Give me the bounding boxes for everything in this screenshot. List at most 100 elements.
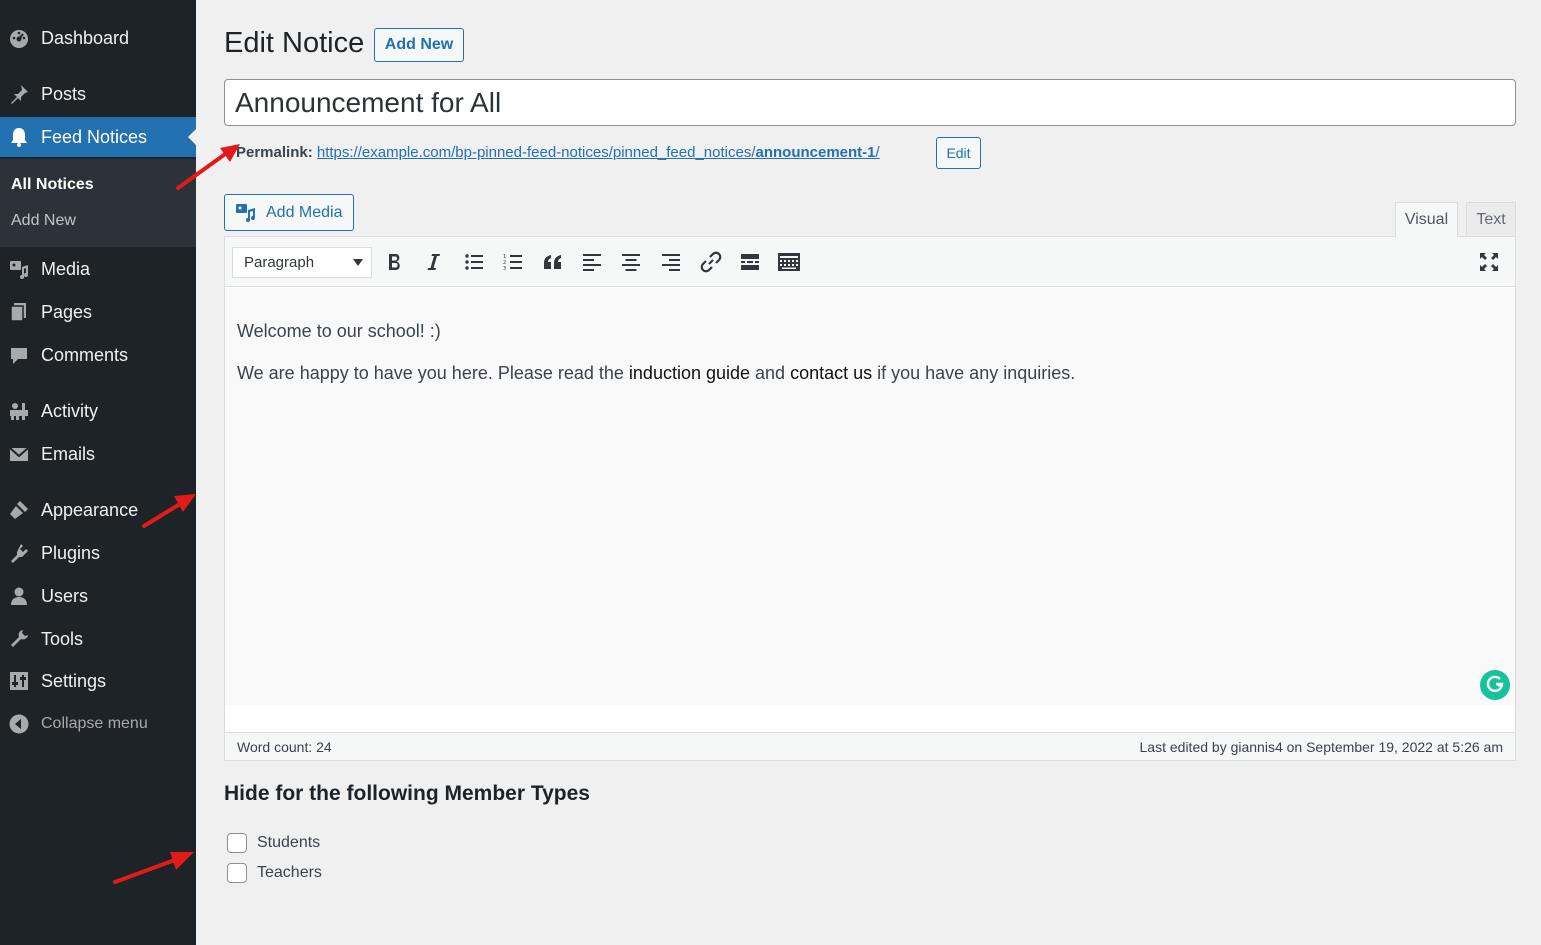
editor-status-bar: Word count: 24 Last edited by giannis4 o… <box>225 732 1515 760</box>
permalink-edit-button[interactable]: Edit <box>936 137 981 169</box>
permalink-link[interactable]: https://example.com/bp-pinned-feed-notic… <box>317 144 880 161</box>
sidebar-item-activity[interactable]: Activity <box>0 391 196 431</box>
bell-icon <box>8 126 30 148</box>
format-select[interactable]: Paragraph <box>232 247 372 278</box>
sidebar-item-dashboard[interactable]: Dashboard <box>0 18 196 58</box>
checkbox-label: Students <box>257 834 321 851</box>
read-more-button[interactable] <box>738 250 762 274</box>
fullscreen-button[interactable] <box>1477 250 1501 274</box>
checkbox-label: Teachers <box>257 864 322 881</box>
permalink-trail: / <box>875 144 880 161</box>
editor-content-area[interactable]: Welcome to our school! :) We are happy t… <box>225 288 1515 705</box>
sidebar-item-label: Plugins <box>41 542 101 563</box>
pin-icon <box>8 83 30 105</box>
content-paragraph: Welcome to our school! :) <box>237 321 441 341</box>
sidebar-item-label: Pages <box>41 301 93 322</box>
permalink-base: https://example.com/bp-pinned-feed-notic… <box>316 144 756 161</box>
permalink-row: Permalink: https://example.com/bp-pinned… <box>236 144 880 161</box>
page-title: Edit Notice <box>224 27 365 59</box>
italic-button[interactable] <box>422 250 446 274</box>
bulleted-list-icon <box>464 253 484 271</box>
post-title-input[interactable] <box>224 79 1516 126</box>
email-icon <box>8 443 30 465</box>
activity-icon <box>8 400 30 422</box>
submenu-item-add-new[interactable]: Add New <box>11 212 76 230</box>
insert-link-button[interactable] <box>699 250 723 274</box>
content-text: if you have any inquiries. <box>872 363 1076 383</box>
align-left-icon <box>582 253 602 271</box>
content-text: and <box>750 363 791 383</box>
teachers-checkbox[interactable] <box>227 863 247 883</box>
member-type-option-teachers[interactable]: Teachers <box>227 862 322 884</box>
sidebar-item-settings[interactable]: Settings <box>0 661 196 701</box>
content-paragraph: We are happy to have you here. Please re… <box>237 363 1075 384</box>
bulleted-list-button[interactable] <box>462 250 486 274</box>
svg-text:3: 3 <box>503 266 506 271</box>
admin-sidebar: Dashboard Posts Feed Notices All Notices… <box>0 0 196 945</box>
sidebar-item-media[interactable]: Media <box>0 249 196 289</box>
feed-notices-submenu: All Notices Add New <box>0 159 196 247</box>
sidebar-item-feed-notices[interactable]: Feed Notices <box>0 117 196 157</box>
toolbar-toggle-button[interactable] <box>777 250 801 274</box>
sidebar-item-posts[interactable]: Posts <box>0 74 196 114</box>
sidebar-item-emails[interactable]: Emails <box>0 434 196 474</box>
word-count: Word count: 24 <box>237 739 332 755</box>
sidebar-item-users[interactable]: Users <box>0 576 196 616</box>
chevron-down-icon <box>353 259 363 266</box>
plugins-icon <box>8 542 30 564</box>
students-checkbox[interactable] <box>227 833 247 853</box>
numbered-list-button[interactable]: 123 <box>501 250 525 274</box>
align-right-button[interactable] <box>659 250 683 274</box>
sidebar-item-label: Comments <box>41 344 129 365</box>
last-edited-info: Last edited by giannis4 on September 19,… <box>1139 739 1503 755</box>
add-media-icon <box>235 203 257 223</box>
sidebar-item-label: Users <box>41 585 89 606</box>
contact-us-link[interactable]: contact us <box>790 363 872 383</box>
collapse-menu-button[interactable]: Collapse menu <box>0 706 196 742</box>
sidebar-item-label: Emails <box>41 443 96 464</box>
add-new-button[interactable]: Add New <box>374 28 464 62</box>
add-media-button[interactable]: Add Media <box>224 194 354 231</box>
submenu-item-all-notices[interactable]: All Notices <box>11 176 94 194</box>
sidebar-item-pages[interactable]: Pages <box>0 292 196 332</box>
comment-icon <box>8 344 30 366</box>
align-right-icon <box>661 253 681 271</box>
bold-icon <box>387 253 403 271</box>
content-editor: Paragraph 123 Welcome to our school!:) … <box>224 236 1516 761</box>
sidebar-item-label: Activity <box>41 400 99 421</box>
grammarly-button[interactable] <box>1480 670 1510 700</box>
collapse-arrow-icon <box>8 713 30 735</box>
tab-visual[interactable]: Visual <box>1395 202 1458 237</box>
annotation-arrow-icon <box>142 494 196 528</box>
bold-button[interactable] <box>383 250 407 274</box>
sidebar-item-label: Dashboard <box>41 27 130 48</box>
tab-text[interactable]: Text <box>1466 202 1516 237</box>
sidebar-item-label: Settings <box>41 670 107 691</box>
align-center-button[interactable] <box>619 250 643 274</box>
italic-icon <box>426 253 442 271</box>
content-text: We are happy to have you here. Please re… <box>237 363 629 383</box>
sidebar-item-label: Appearance <box>41 499 139 520</box>
align-left-button[interactable] <box>580 250 604 274</box>
sidebar-item-label: Media <box>41 258 91 279</box>
sidebar-item-tools[interactable]: Tools <box>0 619 196 659</box>
link-icon <box>700 251 722 273</box>
appearance-icon <box>8 499 30 521</box>
fullscreen-icon <box>1479 252 1499 272</box>
grammarly-icon <box>1485 673 1505 698</box>
member-type-option-students[interactable]: Students <box>227 832 320 854</box>
sidebar-item-label: Feed Notices <box>41 126 148 147</box>
pages-icon <box>8 301 30 323</box>
collapse-menu-label: Collapse menu <box>41 715 148 732</box>
blockquote-button[interactable] <box>541 250 565 274</box>
dashboard-icon <box>8 27 30 49</box>
sidebar-item-label: Tools <box>41 628 84 649</box>
annotation-arrow-icon <box>113 852 194 884</box>
sidebar-item-label: Posts <box>41 83 87 104</box>
media-icon <box>8 258 30 280</box>
sidebar-item-comments[interactable]: Comments <box>0 335 196 375</box>
add-media-label: Add Media <box>266 203 343 221</box>
induction-guide-link[interactable]: induction guide <box>629 363 750 383</box>
annotation-arrow-icon <box>176 144 240 190</box>
sidebar-item-plugins[interactable]: Plugins <box>0 533 196 573</box>
